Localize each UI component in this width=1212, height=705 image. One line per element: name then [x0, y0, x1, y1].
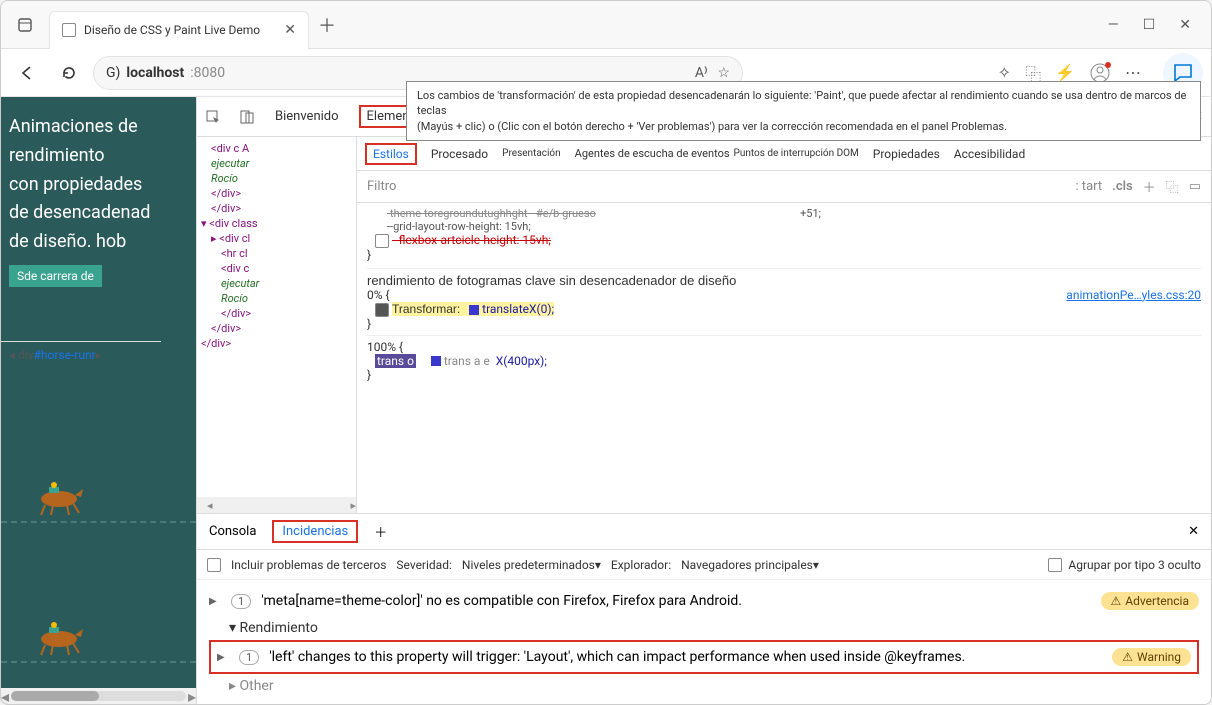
tab-close-button[interactable]: ✕: [284, 22, 296, 38]
read-aloud-icon[interactable]: A⁾: [695, 65, 708, 81]
device-icon[interactable]: [239, 109, 255, 125]
devtools-drawer: Consola Incidencias ＋ ✕ Incluir problema…: [197, 513, 1211, 704]
issue-row[interactable]: ▶ 1 'meta[name=theme-color]' no es compa…: [209, 586, 1199, 616]
tab-title: Diseño de CSS y Paint Live Demo: [84, 23, 260, 37]
dom-scrollbar[interactable]: ◂▸: [197, 497, 356, 513]
property-checkbox[interactable]: [375, 234, 389, 248]
new-style-icon[interactable]: ＋: [1143, 177, 1156, 196]
favorites-icon[interactable]: ✧: [998, 63, 1011, 82]
maximize-button[interactable]: ☐: [1143, 17, 1156, 33]
subtab-accessibility[interactable]: Accesibilidad: [954, 147, 1025, 161]
rendered-page: Animaciones de rendimiento con propiedad…: [1, 97, 196, 704]
subtab-processed[interactable]: Procesado: [431, 147, 488, 161]
computed-icon[interactable]: ▭: [1189, 179, 1201, 194]
filter-input[interactable]: Filtro: [367, 179, 396, 194]
highlighted-property: trans o: [375, 354, 416, 368]
copy-styles-icon[interactable]: ⿻: [1166, 177, 1179, 196]
issue-text: 'left' changes to this property will tri…: [269, 649, 1102, 665]
back-button[interactable]: [9, 55, 45, 91]
page-scrollbar[interactable]: ◂ ▸: [1, 688, 196, 704]
inspect-icon[interactable]: [205, 109, 221, 125]
performance-icon[interactable]: ⚡: [1055, 63, 1075, 82]
property-tooltip: Los cambios de 'transformación' de esta …: [406, 97, 1201, 141]
app-menu-button[interactable]: [1, 1, 49, 49]
star-icon[interactable]: ☆: [717, 65, 730, 81]
cls-toggle[interactable]: .cls: [1112, 179, 1133, 194]
group-checkbox[interactable]: [1048, 558, 1062, 572]
subtab-properties[interactable]: Propiedades: [873, 147, 940, 161]
new-tab-button[interactable]: ＋: [309, 7, 345, 43]
subtab-styles[interactable]: Estilos: [365, 143, 417, 165]
horse-sprite: [31, 617, 91, 657]
minimize-button[interactable]: —: [1108, 17, 1119, 33]
url-host: localhost: [126, 65, 184, 81]
horse-sprite: [31, 477, 91, 517]
refresh-button[interactable]: [51, 55, 87, 91]
issues-list: ▶ 1 'meta[name=theme-color]' no es compa…: [197, 580, 1211, 704]
browser-tab[interactable]: Diseño de CSS y Paint Live Demo ✕: [49, 11, 309, 49]
browser-label: Explorador:: [611, 558, 671, 572]
issue-row-highlighted[interactable]: ▶ 1 'left' changes to this property will…: [209, 640, 1199, 674]
drawer-tab-issues[interactable]: Incidencias: [272, 520, 358, 543]
group-label: Agrupar por tipo 3 oculto: [1068, 558, 1201, 572]
titlebar: Diseño de CSS y Paint Live Demo ✕ ＋ — ☐ …: [1, 1, 1211, 49]
close-window-button[interactable]: ✕: [1179, 17, 1191, 33]
devtools-panel: Bienvenido Elementos Consola Orígenes Re…: [196, 97, 1211, 704]
hov-toggle[interactable]: : tart: [1075, 179, 1102, 194]
race-button[interactable]: Sde carrera de: [9, 265, 102, 287]
issue-text: 'meta[name=theme-color]' no es compatibl…: [261, 593, 1090, 609]
tab-welcome[interactable]: Bienvenido: [273, 105, 341, 128]
subtab-breakpoints[interactable]: Puntos de interrupción DOM: [734, 148, 859, 159]
severity-select[interactable]: Niveles predeterminados▾: [462, 558, 601, 572]
subtab-presentation[interactable]: Presentación: [502, 148, 561, 159]
subtab-listeners[interactable]: Agentes de escucha de eventos: [575, 147, 730, 160]
page-icon: [62, 23, 76, 37]
styles-rules[interactable]: -theme-toregroundutughhght - #e/b grueso…: [357, 203, 1211, 513]
keyframes-rule-header: rendimiento de fotogramas clave sin dese…: [367, 273, 736, 288]
severity-label: Severidad:: [396, 558, 451, 572]
issue-count: 1: [239, 650, 259, 665]
browser-select[interactable]: Navegadores principales▾: [681, 558, 819, 572]
styles-filter-row: Filtro : tart .cls ＋ ⿻ ▭: [357, 171, 1211, 203]
dom-breadcrumb[interactable]: ◂ div#horse-runr ▸: [1, 341, 161, 367]
dom-tree[interactable]: <div c A ejecutar Rocío </div> </div> ▾ …: [197, 137, 357, 513]
more-icon[interactable]: ⋯: [1125, 63, 1141, 82]
warning-badge: ⚠ Warning: [1112, 648, 1191, 666]
styles-pane: Estilos Procesado Presentación Agentes d…: [357, 137, 1211, 513]
third-party-label: Incluir problemas de terceros: [231, 558, 386, 572]
issue-category[interactable]: ▾ Rendimiento: [209, 616, 1199, 640]
page-heading: Animaciones de rendimiento con propiedad…: [9, 113, 188, 257]
expand-icon[interactable]: ▶: [209, 596, 221, 607]
url-prefix: G): [106, 65, 120, 81]
property-checkbox[interactable]: [375, 303, 389, 317]
stylesheet-link[interactable]: animationPe…yles.css:20: [1066, 288, 1201, 302]
warning-badge: ⚠ Advertencia: [1101, 592, 1199, 610]
third-party-checkbox[interactable]: [207, 558, 221, 572]
expand-icon[interactable]: ▶: [217, 652, 229, 663]
issue-category[interactable]: ▸ Other: [209, 674, 1199, 698]
window-controls: — ☐ ✕: [1108, 17, 1211, 33]
drawer-new-tab[interactable]: ＋: [374, 522, 387, 541]
drawer-close-button[interactable]: ✕: [1188, 524, 1199, 539]
url-port: :8080: [190, 65, 225, 81]
styles-subtabs: Estilos Procesado Presentación Agentes d…: [357, 137, 1211, 171]
issue-count: 1: [231, 594, 251, 609]
drawer-tab-console[interactable]: Consola: [209, 524, 256, 539]
